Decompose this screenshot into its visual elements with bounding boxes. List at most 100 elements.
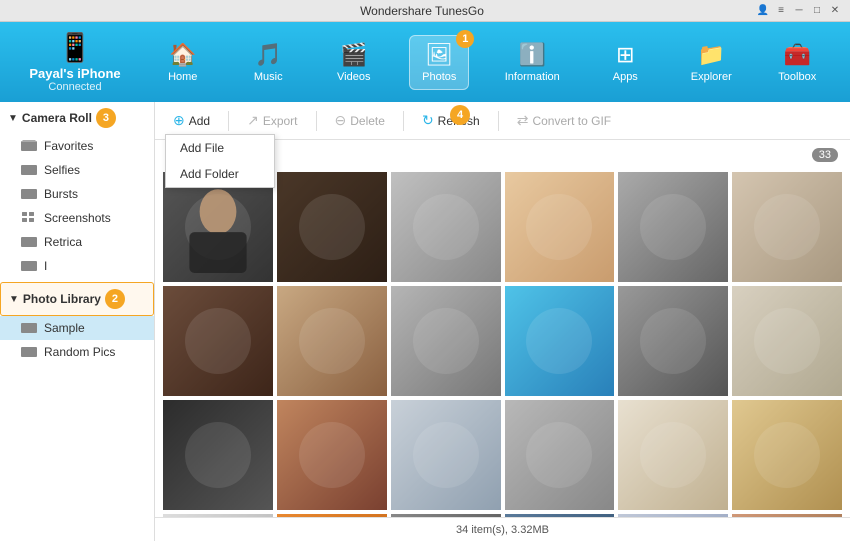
photo-count: 33	[812, 148, 838, 162]
minimize-btn[interactable]: ─	[792, 4, 806, 18]
home-icon: 🏠	[169, 42, 196, 68]
photo-thumb-17[interactable]	[618, 400, 728, 510]
photo-thumb-19[interactable]	[163, 514, 273, 517]
i-icon	[20, 259, 38, 273]
favorites-icon	[20, 139, 38, 153]
window-controls[interactable]: 👤 ≡ ─ □ ✕	[756, 4, 842, 18]
photo-library-arrow: ▼	[9, 294, 19, 305]
sidebar-item-selfies[interactable]: Selfies	[0, 158, 154, 182]
toolbox-icon: 🧰	[784, 42, 811, 68]
photo-thumb-3[interactable]	[391, 172, 501, 282]
nav-explorer[interactable]: 📁 Explorer	[681, 36, 742, 89]
status-text: 34 item(s), 3.32MB	[456, 524, 549, 536]
selfies-label: Selfies	[44, 163, 80, 177]
screenshots-label: Screenshots	[44, 211, 111, 225]
convert-icon: ⇄	[517, 112, 529, 129]
sidebar-item-bursts[interactable]: Bursts	[0, 182, 154, 206]
delete-label: Delete	[350, 114, 385, 128]
videos-icon: 🎬	[340, 42, 367, 68]
sidebar-section-photo-library[interactable]: ▼ Photo Library 2	[0, 282, 154, 316]
photo-thumb-10[interactable]	[505, 286, 615, 396]
user-icon-btn[interactable]: 👤	[756, 4, 770, 18]
photo-thumb-9[interactable]	[391, 286, 501, 396]
photo-thumb-6[interactable]	[732, 172, 842, 282]
apps-icon: ⊞	[616, 42, 634, 68]
photo-thumb-4[interactable]	[505, 172, 615, 282]
add-file-item[interactable]: Add File	[166, 135, 274, 161]
divider-1	[228, 111, 229, 131]
bursts-icon	[20, 187, 38, 201]
photo-thumb-16[interactable]	[505, 400, 615, 510]
nav-videos[interactable]: 🎬 Videos	[324, 36, 384, 89]
information-icon: ℹ️	[519, 42, 546, 68]
sidebar-item-random-pics[interactable]: Random Pics	[0, 340, 154, 364]
nav-toolbox[interactable]: 🧰 Toolbox	[767, 36, 827, 89]
nav-items: 🏠 Home 🎵 Music 🎬 Videos 🖼 Photos 1 ℹ️ In…	[140, 35, 840, 90]
content-area: ▼ Camera Roll 3 Favorites Selfies	[0, 102, 850, 541]
photo-thumb-5[interactable]	[618, 172, 728, 282]
sidebar: ▼ Camera Roll 3 Favorites Selfies	[0, 102, 155, 541]
music-icon: 🎵	[255, 42, 282, 68]
favorites-label: Favorites	[44, 139, 93, 153]
photo-thumb-1[interactable]	[163, 172, 273, 282]
sidebar-section-camera-roll[interactable]: ▼ Camera Roll 3	[0, 102, 154, 134]
sample-label: Sample	[44, 321, 85, 335]
sidebar-item-i[interactable]: I	[0, 254, 154, 278]
title-bar-title: Wondershare TunesGo	[88, 4, 756, 18]
photo-thumb-24[interactable]	[732, 514, 842, 517]
nav-music[interactable]: 🎵 Music	[238, 36, 298, 89]
photo-thumb-11[interactable]	[618, 286, 728, 396]
photo-thumb-2[interactable]	[277, 172, 387, 282]
divider-3	[403, 111, 404, 131]
apps-label: Apps	[613, 71, 638, 83]
bursts-label: Bursts	[44, 187, 78, 201]
close-btn[interactable]: ✕	[828, 4, 842, 18]
maximize-btn[interactable]: □	[810, 4, 824, 18]
delete-button[interactable]: ⊖ Delete	[327, 108, 393, 133]
photo-thumb-13[interactable]	[163, 400, 273, 510]
photo-thumb-12[interactable]	[732, 286, 842, 396]
divider-4	[498, 111, 499, 131]
photo-thumb-22[interactable]	[505, 514, 615, 517]
export-label: Export	[263, 114, 298, 128]
refresh-icon: ↻	[422, 112, 434, 129]
photo-area: 33	[155, 140, 850, 517]
retrica-icon	[20, 235, 38, 249]
convert-button[interactable]: ⇄ Convert to GIF	[509, 108, 619, 133]
menu-icon-btn[interactable]: ≡	[774, 4, 788, 18]
photos-label: Photos	[422, 71, 456, 83]
explorer-label: Explorer	[691, 71, 732, 83]
photo-thumb-18[interactable]	[732, 400, 842, 510]
sidebar-item-sample[interactable]: Sample	[0, 316, 154, 340]
random-pics-label: Random Pics	[44, 345, 115, 359]
sidebar-item-retrica[interactable]: Retrica	[0, 230, 154, 254]
screenshots-icon	[20, 211, 38, 225]
sample-icon	[20, 321, 38, 335]
photo-thumb-20[interactable]	[277, 514, 387, 517]
photo-thumb-23[interactable]	[618, 514, 728, 517]
device-status: Connected	[48, 81, 101, 93]
photo-thumb-7[interactable]	[163, 286, 273, 396]
photo-thumb-15[interactable]	[391, 400, 501, 510]
nav-apps[interactable]: ⊞ Apps	[595, 36, 655, 89]
export-icon: ↗	[247, 112, 259, 129]
add-button[interactable]: ⊕ Add	[165, 108, 218, 133]
i-label: I	[44, 259, 47, 273]
sidebar-item-screenshots[interactable]: Screenshots	[0, 206, 154, 230]
photo-thumb-8[interactable]	[277, 286, 387, 396]
sidebar-item-favorites[interactable]: Favorites	[0, 134, 154, 158]
nav-bar: 📱 Payal's iPhone Connected 🏠 Home 🎵 Musi…	[0, 22, 850, 102]
nav-home[interactable]: 🏠 Home	[153, 36, 213, 89]
camera-roll-badge: 3	[96, 108, 116, 128]
nav-information[interactable]: ℹ️ Information	[495, 36, 570, 89]
photo-thumb-14[interactable]	[277, 400, 387, 510]
nav-photos[interactable]: 🖼 Photos 1	[409, 35, 469, 90]
export-button[interactable]: ↗ Export	[239, 108, 305, 133]
title-bar: Wondershare TunesGo 👤 ≡ ─ □ ✕	[0, 0, 850, 22]
convert-label: Convert to GIF	[532, 114, 611, 128]
add-folder-item[interactable]: Add Folder	[166, 161, 274, 187]
device-name: Payal's iPhone	[29, 66, 120, 81]
information-label: Information	[505, 71, 560, 83]
divider-2	[316, 111, 317, 131]
photo-thumb-21[interactable]	[391, 514, 501, 517]
